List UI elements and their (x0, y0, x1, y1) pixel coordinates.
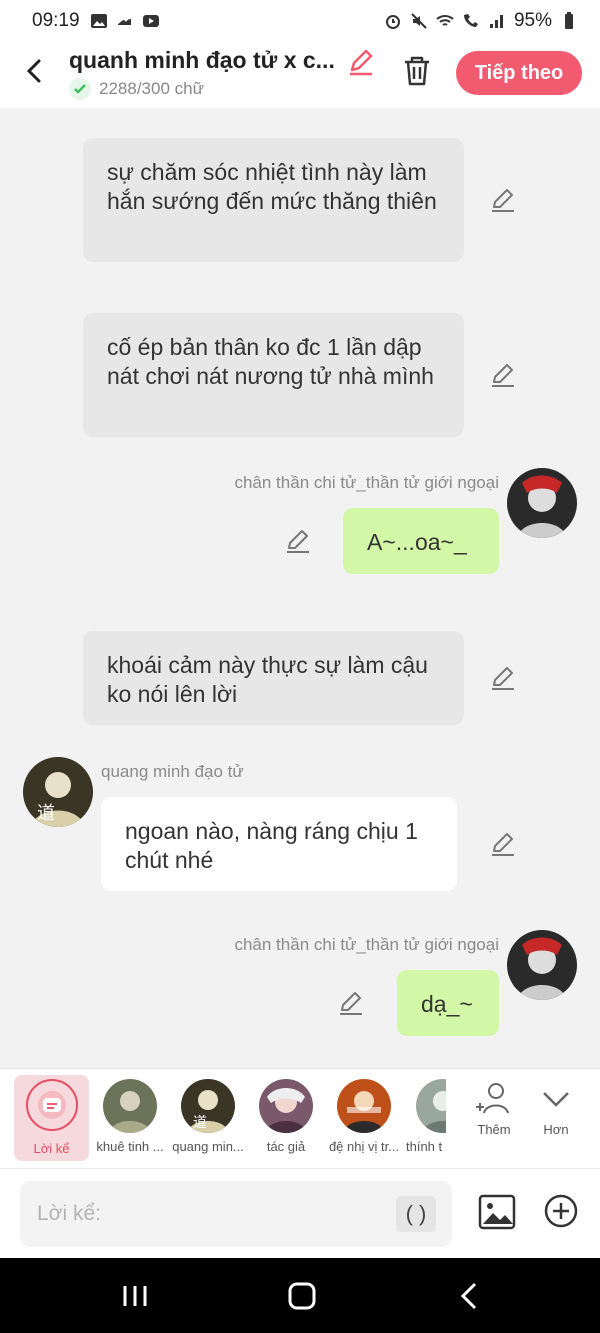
character-message-bubble[interactable]: ngoan nào, nàng ráng chịu 1 chút nhé (101, 797, 457, 891)
back-icon[interactable] (20, 56, 50, 86)
narration-bubble[interactable]: cố ép bản thân ko đc 1 lần dập nát chơi … (83, 313, 464, 437)
username-label: quang minh đạo tử (101, 762, 244, 781)
word-count: 2288/300 chữ (69, 78, 204, 100)
word-count-label: 2288/300 chữ (99, 79, 204, 98)
narrator-selector[interactable]: Lời kể (14, 1075, 89, 1161)
gallery-icon (90, 14, 107, 28)
mute-icon (411, 13, 427, 29)
character-item[interactable]: đệ nhị vị tr... (324, 1077, 404, 1154)
more-button[interactable]: Hơn (526, 1079, 586, 1137)
character-item[interactable]: 道 quang min... (168, 1077, 248, 1154)
character-name: thính t (406, 1139, 443, 1154)
character-selector: Lời kể khuê tinh ... 道 quang min... tác … (0, 1068, 600, 1168)
next-button[interactable]: Tiếp theo (456, 51, 582, 95)
message-input[interactable]: Lời kể: ( ) (20, 1181, 452, 1247)
character-name: tác giả (266, 1139, 306, 1154)
more-label: Hơn (543, 1122, 569, 1137)
youtube-icon (142, 15, 159, 27)
avatar (416, 1079, 446, 1133)
add-user-icon (476, 1083, 509, 1114)
input-placeholder: Lời kể: (37, 1202, 101, 1225)
image-icon[interactable] (478, 1193, 516, 1231)
edit-icon[interactable] (338, 990, 364, 1016)
story-title: quanh minh đạo tử x c... (69, 47, 335, 73)
hands-icon (117, 19, 131, 25)
chevron-down-icon (543, 1092, 569, 1107)
avatar[interactable] (507, 930, 577, 1000)
character-name: quang min... (172, 1139, 244, 1154)
narrator-icon (25, 1079, 78, 1131)
avatar[interactable]: 道 (23, 757, 93, 827)
back-nav-icon[interactable] (455, 1281, 485, 1311)
avatar (259, 1079, 313, 1133)
edit-icon[interactable] (490, 187, 516, 213)
username-label: chân thần chi tử_thần tử giới ngoại (234, 473, 499, 492)
narration-bubble[interactable]: sự chăm sóc nhiệt tình này làm hắn sướng… (83, 138, 464, 262)
avatar (103, 1079, 157, 1133)
add-character-button[interactable]: Thêm (464, 1079, 524, 1137)
narrator-label: Lời kể (33, 1141, 70, 1156)
signal-icon (489, 15, 503, 28)
add-label: Thêm (477, 1122, 511, 1137)
edit-icon[interactable] (490, 665, 516, 691)
plus-icon[interactable] (543, 1193, 579, 1229)
edit-icon[interactable] (490, 831, 516, 857)
my-message-bubble[interactable]: A~...oa~_ (343, 508, 499, 574)
avatar[interactable] (507, 468, 577, 538)
battery-icon (565, 12, 573, 29)
character-name: đệ nhị vị tr... (328, 1139, 400, 1154)
alarm-icon (385, 15, 400, 29)
character-name: khuê tinh ... (96, 1139, 164, 1154)
top-bar: quanh minh đạo tử x c... 2288/300 chữ Ti… (0, 42, 600, 108)
trash-icon[interactable] (400, 54, 434, 88)
edit-icon[interactable] (490, 362, 516, 388)
character-item[interactable]: thính t (402, 1077, 446, 1154)
edit-icon[interactable] (285, 528, 311, 554)
parentheses-button[interactable]: ( ) (396, 1196, 436, 1232)
chat-area: sự chăm sóc nhiệt tình này làm hắn sướng… (0, 108, 600, 1068)
system-nav-bar (0, 1258, 600, 1333)
edit-title-icon[interactable] (346, 47, 376, 77)
compose-bar: Lời kể: ( ) (0, 1168, 600, 1258)
narration-bubble[interactable]: khoái cảm này thực sự làm cậu ko nói lên… (83, 631, 464, 725)
avatar: 道 (181, 1079, 235, 1133)
check-icon (69, 78, 91, 100)
status-bar: 09:19 95% (0, 0, 600, 42)
battery-percent: 95% (513, 10, 552, 31)
character-item[interactable]: khuê tinh ... (90, 1077, 170, 1154)
clock: 09:19 (32, 10, 80, 31)
svg-text:道: 道 (37, 803, 55, 824)
call-signal-icon (463, 14, 478, 27)
home-icon[interactable] (287, 1281, 317, 1311)
avatar (337, 1079, 391, 1133)
recent-apps-icon[interactable] (120, 1281, 150, 1311)
my-message-bubble[interactable]: dạ_~ (397, 970, 499, 1036)
character-item[interactable]: tác giả (246, 1077, 326, 1154)
svg-text:道: 道 (193, 1115, 207, 1131)
wifi-icon (436, 15, 454, 26)
username-label: chân thần chi tử_thần tử giới ngoại (234, 935, 499, 954)
